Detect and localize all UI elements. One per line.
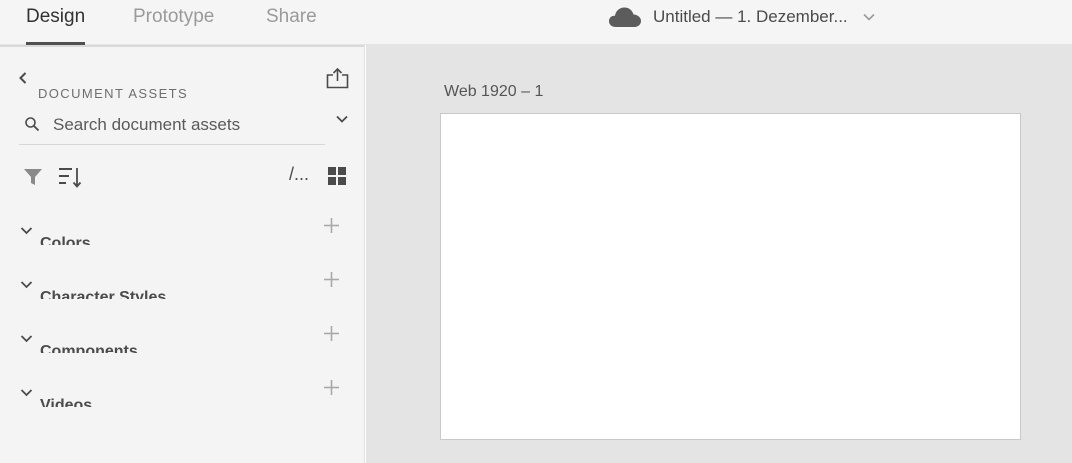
chevron-down-icon <box>20 281 33 289</box>
chevron-down-icon <box>863 13 875 21</box>
section-label: Components <box>40 343 138 353</box>
add-icon[interactable] <box>322 324 341 343</box>
chevron-down-icon <box>20 389 33 397</box>
section-components[interactable]: Components <box>0 323 364 353</box>
document-assets-panel: DOCUMENT ASSETS /... Colors <box>0 45 365 463</box>
cloud-icon <box>609 7 641 27</box>
artboard-label[interactable]: Web 1920 – 1 <box>444 83 543 101</box>
filter-icon[interactable] <box>23 168 43 186</box>
tab-prototype[interactable]: Prototype <box>133 0 214 45</box>
document-title: Untitled — 1. Dezember... <box>653 7 848 26</box>
chevron-down-icon[interactable] <box>334 111 350 127</box>
search-icon <box>25 117 40 132</box>
section-label: Videos <box>40 397 93 407</box>
chevron-down-icon <box>20 335 33 343</box>
sort-icon[interactable] <box>57 165 83 189</box>
section-videos[interactable]: Videos <box>0 377 364 407</box>
section-colors[interactable]: Colors <box>0 215 364 245</box>
tab-design[interactable]: Design <box>26 0 85 45</box>
back-chevron-icon[interactable] <box>16 71 30 85</box>
add-icon[interactable] <box>322 216 341 235</box>
section-character-styles[interactable]: Character Styles <box>0 269 364 299</box>
section-label: Colors <box>40 235 91 245</box>
artboard[interactable] <box>440 113 1021 440</box>
top-bar: Design Prototype Share Untitled — 1. Dez… <box>0 0 1072 45</box>
tab-share[interactable]: Share <box>266 0 317 45</box>
chevron-down-icon <box>20 227 33 235</box>
search-row <box>19 107 325 145</box>
grid-view-icon[interactable] <box>327 166 347 186</box>
section-label: Character Styles <box>40 289 167 299</box>
add-icon[interactable] <box>322 270 341 289</box>
add-icon[interactable] <box>322 378 341 397</box>
document-title-menu[interactable]: Untitled — 1. Dezember... <box>608 0 876 34</box>
design-canvas[interactable]: Web 1920 – 1 <box>366 45 1072 463</box>
panel-title: DOCUMENT ASSETS <box>38 86 189 98</box>
asset-path-label[interactable]: /... <box>289 164 309 185</box>
share-export-icon[interactable] <box>326 67 349 89</box>
search-input[interactable] <box>53 111 303 139</box>
